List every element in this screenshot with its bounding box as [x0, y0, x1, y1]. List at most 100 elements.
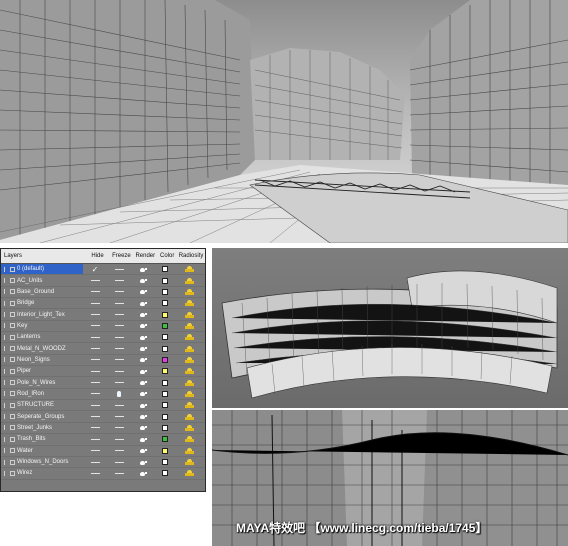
layer-row[interactable]: Seperate_Groups — [1, 411, 205, 423]
radiosity-toggle[interactable] — [175, 366, 203, 376]
layer-color-cell[interactable] — [155, 457, 175, 467]
hide-toggle[interactable] — [83, 423, 107, 433]
freeze-toggle[interactable] — [107, 343, 131, 353]
layer-row[interactable]: Lanterns — [1, 332, 205, 344]
hide-toggle[interactable] — [83, 400, 107, 410]
render-toggle[interactable] — [131, 468, 155, 478]
hide-toggle[interactable] — [83, 298, 107, 308]
radiosity-toggle[interactable] — [175, 457, 203, 467]
radiosity-toggle[interactable] — [175, 264, 203, 274]
color-swatch[interactable] — [162, 379, 168, 386]
layer-name-cell[interactable]: Pole_N_Wires — [1, 377, 83, 387]
radiosity-toggle[interactable] — [175, 468, 203, 478]
freeze-toggle[interactable] — [107, 423, 131, 433]
render-toggle[interactable] — [131, 400, 155, 410]
render-toggle[interactable] — [131, 457, 155, 467]
layer-row[interactable]: Bridge — [1, 298, 205, 310]
layer-color-cell[interactable] — [155, 411, 175, 421]
freeze-toggle[interactable] — [107, 309, 131, 319]
layer-name-cell[interactable]: STRUCTURE — [1, 400, 83, 410]
color-swatch[interactable] — [162, 345, 168, 352]
layer-color-cell[interactable] — [155, 400, 175, 410]
freeze-toggle[interactable] — [107, 446, 131, 456]
layer-color-cell[interactable] — [155, 446, 175, 456]
color-swatch[interactable] — [162, 424, 168, 431]
column-color[interactable]: Color — [157, 253, 177, 259]
radiosity-toggle[interactable] — [175, 389, 203, 399]
radiosity-toggle[interactable] — [175, 377, 203, 387]
render-toggle[interactable] — [131, 411, 155, 421]
freeze-toggle[interactable] — [107, 287, 131, 297]
hide-toggle[interactable] — [83, 287, 107, 297]
layer-name-cell[interactable]: Neon_Signs — [1, 355, 83, 365]
layer-color-cell[interactable] — [155, 309, 175, 319]
hide-toggle[interactable] — [83, 468, 107, 478]
layer-color-cell[interactable] — [155, 321, 175, 331]
render-toggle[interactable] — [131, 355, 155, 365]
color-swatch[interactable] — [162, 459, 168, 466]
render-toggle[interactable] — [131, 446, 155, 456]
color-swatch[interactable] — [162, 447, 168, 454]
color-swatch[interactable] — [162, 334, 168, 341]
layer-color-cell[interactable] — [155, 366, 175, 376]
hide-toggle[interactable] — [83, 343, 107, 353]
render-toggle[interactable] — [131, 264, 155, 274]
color-swatch[interactable] — [162, 436, 168, 443]
render-toggle[interactable] — [131, 423, 155, 433]
render-toggle[interactable] — [131, 343, 155, 353]
radiosity-toggle[interactable] — [175, 446, 203, 456]
layer-row[interactable]: Trash_Bits — [1, 434, 205, 446]
render-toggle[interactable] — [131, 389, 155, 399]
layer-name-cell[interactable]: Wirez — [1, 468, 83, 478]
layer-color-cell[interactable] — [155, 287, 175, 297]
radiosity-toggle[interactable] — [175, 321, 203, 331]
color-swatch[interactable] — [162, 470, 168, 477]
layer-name-cell[interactable]: AC_Units — [1, 275, 83, 285]
layer-name-cell[interactable]: 0 (default) — [1, 264, 83, 275]
color-swatch[interactable] — [162, 311, 168, 318]
color-swatch[interactable] — [162, 413, 168, 420]
color-swatch[interactable] — [162, 277, 168, 284]
freeze-toggle[interactable] — [107, 411, 131, 421]
color-swatch[interactable] — [162, 356, 168, 363]
color-swatch[interactable] — [162, 402, 168, 409]
hide-toggle[interactable] — [83, 389, 107, 399]
render-toggle[interactable] — [131, 321, 155, 331]
freeze-toggle[interactable] — [107, 275, 131, 285]
column-hide[interactable]: Hide — [86, 253, 110, 259]
radiosity-toggle[interactable] — [175, 434, 203, 444]
layer-row[interactable]: Street_Junks — [1, 423, 205, 435]
render-toggle[interactable] — [131, 287, 155, 297]
render-toggle[interactable] — [131, 377, 155, 387]
layer-color-cell[interactable] — [155, 343, 175, 353]
layer-color-cell[interactable] — [155, 468, 175, 478]
freeze-toggle[interactable] — [107, 400, 131, 410]
render-toggle[interactable] — [131, 434, 155, 444]
hide-toggle[interactable] — [83, 457, 107, 467]
layer-row[interactable]: Pole_N_Wires — [1, 377, 205, 389]
radiosity-toggle[interactable] — [175, 309, 203, 319]
layer-color-cell[interactable] — [155, 264, 175, 274]
radiosity-toggle[interactable] — [175, 332, 203, 342]
hide-toggle[interactable]: ✓ — [83, 264, 107, 274]
layer-row[interactable]: Windows_N_Doors — [1, 457, 205, 469]
freeze-toggle[interactable] — [107, 468, 131, 478]
layer-row[interactable]: Key — [1, 321, 205, 333]
layer-color-cell[interactable] — [155, 355, 175, 365]
layer-color-cell[interactable] — [155, 423, 175, 433]
layer-name-cell[interactable]: Metal_N_WOODZ — [1, 343, 83, 353]
layer-color-cell[interactable] — [155, 434, 175, 444]
layer-row[interactable]: Piper — [1, 366, 205, 378]
hide-toggle[interactable] — [83, 446, 107, 456]
layer-row[interactable]: AC_Units — [1, 275, 205, 287]
render-toggle[interactable] — [131, 309, 155, 319]
layer-row[interactable]: 0 (default) ✓ — [1, 264, 205, 276]
layer-name-cell[interactable]: Seperate_Groups — [1, 411, 83, 421]
layer-row[interactable]: Interior_Light_Tex — [1, 309, 205, 321]
column-render[interactable]: Render — [133, 253, 157, 259]
freeze-toggle[interactable] — [107, 264, 131, 274]
render-toggle[interactable] — [131, 298, 155, 308]
layer-color-cell[interactable] — [155, 389, 175, 399]
freeze-toggle[interactable] — [107, 377, 131, 387]
layer-name-cell[interactable]: Key — [1, 321, 83, 331]
